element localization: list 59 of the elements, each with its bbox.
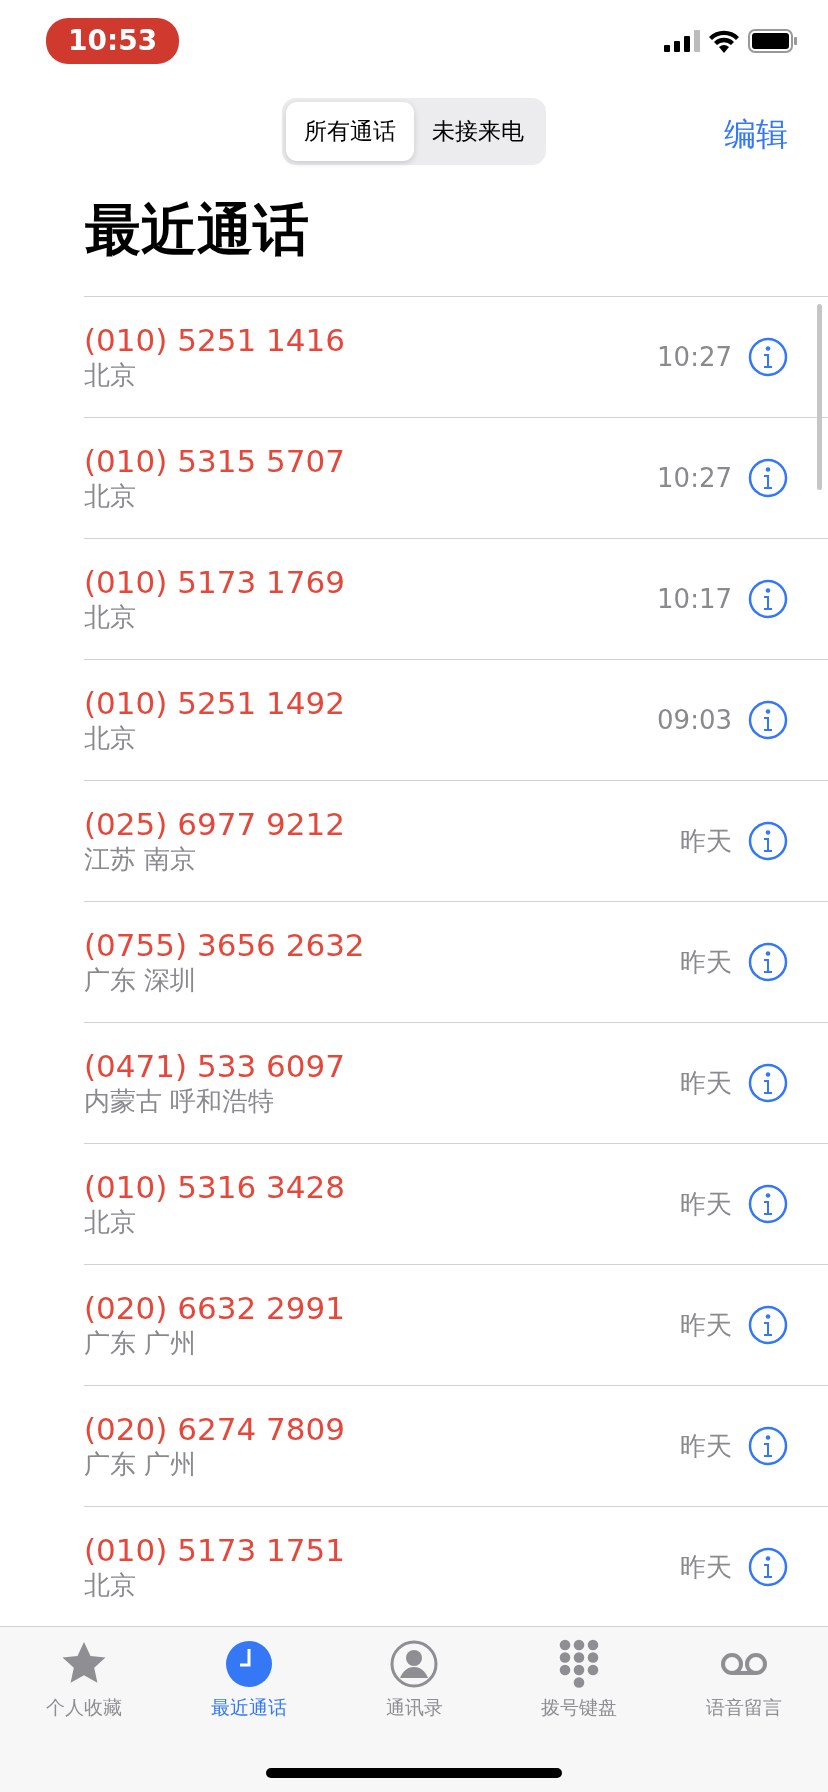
call-location: 北京	[84, 1205, 137, 1239]
info-icon[interactable]	[748, 579, 788, 619]
phone-number: (010) 5316 3428	[84, 1168, 346, 1206]
info-icon[interactable]	[748, 1305, 788, 1345]
phone-number: (0755) 3656 2632	[84, 926, 366, 964]
tab-bar-item[interactable]: 通讯录	[331, 1627, 497, 1722]
phone-number: (025) 6977 9212	[84, 805, 346, 843]
person-icon	[389, 1639, 439, 1689]
info-icon[interactable]	[748, 337, 788, 377]
call-location: 江苏 南京	[84, 842, 198, 876]
phone-number: (010) 5173 1769	[84, 563, 346, 601]
segment-tab[interactable]: 所有通话	[286, 102, 414, 161]
call-location: 广东 广州	[84, 1447, 198, 1481]
phone-number: (020) 6274 7809	[84, 1410, 346, 1448]
call-time: 10:27	[657, 340, 732, 374]
status-time: 10:53	[46, 18, 180, 64]
call-time: 昨天	[680, 1308, 732, 1342]
info-icon[interactable]	[748, 1426, 788, 1466]
call-location: 广东 广州	[84, 1326, 198, 1360]
phone-number: (010) 5251 1492	[84, 684, 346, 722]
tab-bar-item[interactable]: 个人收藏	[1, 1627, 167, 1722]
call-location: 北京	[84, 600, 137, 634]
call-time: 昨天	[680, 1066, 732, 1100]
info-icon[interactable]	[748, 942, 788, 982]
edit-button[interactable]: 编辑	[724, 110, 788, 158]
call-location: 北京	[84, 358, 137, 392]
info-icon[interactable]	[748, 821, 788, 861]
tab-bar-item[interactable]: 最近通话	[166, 1627, 332, 1722]
tab-bar-item[interactable]: 语音留言	[661, 1627, 827, 1722]
phone-number: (010) 5173 1751	[84, 1531, 346, 1569]
call-location: 北京	[84, 479, 137, 513]
signal-icon	[664, 30, 700, 52]
info-icon[interactable]	[748, 1547, 788, 1587]
call-location: 内蒙古 呼和浩特	[84, 1084, 276, 1118]
info-icon[interactable]	[748, 1063, 788, 1103]
phone-number: (020) 6632 2991	[84, 1289, 346, 1327]
call-location: 北京	[84, 1568, 137, 1602]
call-time: 昨天	[680, 1429, 732, 1463]
call-time: 昨天	[680, 945, 732, 979]
call-location: 广东 深圳	[84, 963, 198, 997]
call-time: 昨天	[680, 824, 732, 858]
call-time: 09:03	[657, 703, 732, 737]
segment-tab[interactable]: 未接来电	[414, 102, 542, 161]
wifi-icon	[708, 29, 740, 53]
phone-number: (0471) 533 6097	[84, 1047, 346, 1085]
phone-number: (010) 5315 5707	[84, 442, 346, 480]
info-icon[interactable]	[748, 458, 788, 498]
call-time: 昨天	[680, 1550, 732, 1584]
phone-number: (010) 5251 1416	[84, 321, 346, 359]
battery-icon	[748, 29, 798, 53]
call-time: 10:27	[657, 461, 732, 495]
clock-icon	[224, 1639, 274, 1689]
page-title: 最近通话	[84, 196, 310, 264]
info-icon[interactable]	[748, 700, 788, 740]
info-icon[interactable]	[748, 1184, 788, 1224]
call-time: 10:17	[657, 582, 732, 616]
tab-bar-item[interactable]: 拨号键盘	[496, 1627, 662, 1722]
call-location: 北京	[84, 721, 137, 755]
call-time: 昨天	[680, 1187, 732, 1221]
